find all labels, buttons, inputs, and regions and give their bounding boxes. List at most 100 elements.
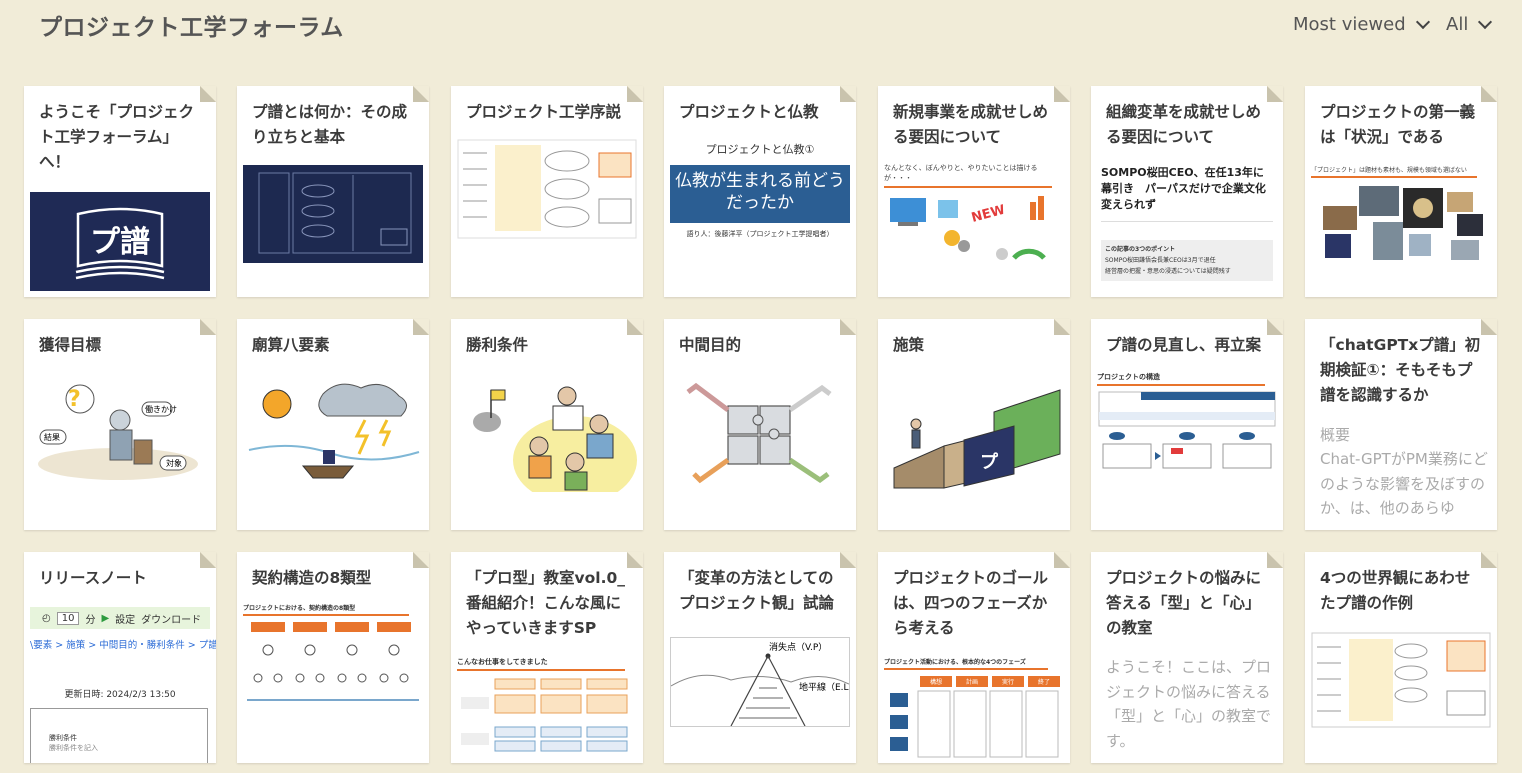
post-card[interactable]: 廟算八要素 bbox=[237, 319, 429, 530]
svg-text:対象: 対象 bbox=[166, 458, 182, 468]
post-title: プロジェクトの第一義は「状況」である bbox=[1320, 103, 1476, 146]
post-title: プ譜の見直し、再立案 bbox=[1106, 336, 1262, 354]
thumb-headline: SOMPO桜田CEO、在任13年に幕引き パーパスだけで企業文化変えられず bbox=[1101, 166, 1266, 211]
post-card[interactable]: プロジェクトの悩みに答える「型」と「心」の教室 ようこそ！ここは、プロジェクトの… bbox=[1091, 552, 1283, 763]
post-title: 勝利条件 bbox=[466, 336, 529, 354]
thumb-caption: プロジェクト活動における、根本的な4つのフェーズ bbox=[884, 659, 1026, 666]
post-title: 「プロ型」教室vol.0_番組紹介！こんな風にやっていきますSP bbox=[466, 569, 625, 637]
post-card[interactable]: 「chatGPTxプ譜」初期検証①：そもそもプ譜を認識するか 概要 Chat-G… bbox=[1305, 319, 1497, 530]
post-thumbnail: 消失点（V.P） 地平線（E.L） bbox=[670, 637, 850, 727]
download-label: ダウンロード bbox=[141, 614, 202, 626]
post-card[interactable]: プ譜とは何か：その成り立ちと基本 bbox=[237, 86, 429, 297]
post-card[interactable]: 中間目的 bbox=[664, 319, 856, 530]
post-card[interactable]: ようこそ「プロジェクト工学フォーラム」へ！ プ譜 bbox=[24, 86, 216, 297]
thumb-point: SOMPO桜田謙悟会長兼CEOは3月で退任 bbox=[1105, 257, 1216, 264]
phase-label: 構想 bbox=[920, 675, 953, 687]
filter-dropdown[interactable]: All bbox=[1446, 14, 1493, 35]
post-thumbnail: ◴ 10 分 ▶ 設定 ダウンロード \要素 > 施策 > 中間目的・勝利条件 … bbox=[30, 607, 216, 763]
post-thumbnail: プ譜 bbox=[30, 192, 210, 291]
clock-icon: ◴ bbox=[42, 612, 51, 624]
sort-dropdown[interactable]: Most viewed bbox=[1293, 14, 1430, 35]
post-card[interactable]: 施策 プ bbox=[878, 319, 1070, 530]
phase-label: 実行 bbox=[992, 675, 1025, 687]
post-thumbnail: ? 結果 働きかけ 対象 bbox=[30, 374, 210, 486]
thumb-box-title: 勝利条件 bbox=[49, 734, 77, 742]
post-excerpt: Chat-GPTがPM業務にどのような影響を及ぼすのか、は、他のあらゆ bbox=[1320, 450, 1488, 517]
post-title: プロジェクトと仏教 bbox=[679, 103, 819, 121]
post-thumbnail bbox=[243, 374, 423, 486]
thumb-point: 経営層の把握・意思の浸透については疑問残す bbox=[1105, 268, 1231, 275]
svg-text:NEW: NEW bbox=[970, 203, 1007, 226]
post-card[interactable]: 勝利条件 bbox=[451, 319, 643, 530]
thumb-caption: 「プロジェクト」は題材も素材も、規模も領域も選ばない bbox=[1311, 167, 1467, 174]
post-thumbnail: プロジェクトにおける、契約構造の8類型 bbox=[243, 603, 423, 705]
settings-label: 設定 bbox=[115, 614, 136, 626]
post-title: プ譜とは何か：その成り立ちと基本 bbox=[252, 103, 408, 146]
svg-text:働きかけ: 働きかけ bbox=[145, 404, 177, 414]
thumb-caption: なんとなく、ぼんやりと、やりたいことは描けるが・・・ bbox=[884, 164, 1038, 182]
post-title: プロジェクトの悩みに答える「型」と「心」の教室 bbox=[1106, 569, 1262, 637]
post-thumbnail: プロジェクト活動における、根本的な4つのフェーズ 構想 計画 実行 終了 bbox=[884, 657, 1064, 761]
post-thumbnail: プ bbox=[884, 376, 1064, 492]
post-thumbnail: SOMPO桜田CEO、在任13年に幕引き パーパスだけで企業文化変えられず この… bbox=[1097, 165, 1277, 295]
pfu-logo-icon: プ譜 bbox=[75, 207, 165, 280]
post-thumbnail bbox=[457, 376, 637, 492]
thumb-caption: プロジェクトにおける、契約構造の8類型 bbox=[243, 605, 356, 612]
play-icon: ▶ bbox=[101, 612, 110, 624]
svg-text:地平線（E.L）: 地平線（E.L） bbox=[799, 681, 849, 693]
post-card[interactable]: プロジェクトのゴールは、四つのフェーズから考える プロジェクト活動における、根本… bbox=[878, 552, 1070, 763]
chevron-down-icon bbox=[1415, 14, 1430, 29]
post-title: 施策 bbox=[893, 336, 925, 354]
post-card[interactable]: 新規事業を成就せしめる要因について なんとなく、ぼんやりと、やりたいことは描ける… bbox=[878, 86, 1070, 297]
post-title: 新規事業を成就せしめる要因について bbox=[893, 103, 1049, 146]
post-title: 契約構造の8類型 bbox=[252, 569, 372, 587]
timer-counter: 10 bbox=[56, 611, 80, 625]
post-card[interactable]: プロジェクトと仏教 プロジェクトと仏教① 仏教が生まれる前どうだったか 語り人：… bbox=[664, 86, 856, 297]
post-card[interactable]: 「プロ型」教室vol.0_番組紹介！こんな風にやっていきますSP こんなお仕事を… bbox=[451, 552, 643, 763]
svg-text:消失点（V.P）: 消失点（V.P） bbox=[769, 641, 827, 653]
post-title: 「変革の方法としてのプロジェクト観」試論 bbox=[679, 569, 835, 612]
post-card[interactable]: 獲得目標 ? 結果 働きかけ 対象 bbox=[24, 319, 216, 530]
header-bar: プロジェクト工学フォーラム Most viewed All bbox=[0, 0, 1522, 60]
post-card[interactable]: プロジェクト工学序説 bbox=[451, 86, 643, 297]
post-card[interactable]: リリースノート ◴ 10 分 ▶ 設定 ダウンロード \要素 > 施策 > 中間… bbox=[24, 552, 216, 763]
post-title: 中間目的 bbox=[679, 336, 742, 354]
post-card[interactable]: 契約構造の8類型 プロジェクトにおける、契約構造の8類型 bbox=[237, 552, 429, 763]
pfu-icon: プ bbox=[980, 451, 999, 473]
thumb-breadcrumb: \要素 > 施策 > 中間目的・勝利条件 > プ譜 bbox=[30, 640, 216, 651]
post-thumbnail: プロジェクトの構造 bbox=[1097, 372, 1277, 472]
chevron-down-icon bbox=[1478, 14, 1493, 29]
thumb-sub: 語り人：後藤洋平（プロジェクト工学提唱者） bbox=[686, 230, 834, 238]
logo-text: プ譜 bbox=[90, 225, 150, 260]
filter-label: All bbox=[1446, 14, 1469, 35]
thumb-box: 勝利条件 勝利条件を記入 bbox=[30, 708, 208, 763]
phase-label: 終了 bbox=[1028, 675, 1061, 687]
post-title: リリースノート bbox=[39, 569, 147, 587]
post-card[interactable]: 「変革の方法としてのプロジェクト観」試論 消失点（V.P） 地平線（E.L） bbox=[664, 552, 856, 763]
post-thumbnail: こんなお仕事をしてきました bbox=[457, 657, 637, 761]
post-card[interactable]: 4つの世界観にあわせたプ譜の作例 bbox=[1305, 552, 1497, 763]
post-thumbnail: 「プロジェクト」は題材も素材も、規模も領域も選ばない bbox=[1311, 165, 1491, 265]
sort-label: Most viewed bbox=[1293, 14, 1406, 35]
post-title: 組織変革を成就せしめる要因について bbox=[1106, 103, 1262, 146]
thumb-main: 仏教が生まれる前どうだったか bbox=[670, 165, 850, 223]
post-card[interactable]: プ譜の見直し、再立案 プロジェクトの構造 bbox=[1091, 319, 1283, 530]
post-thumbnail: プロジェクトと仏教① 仏教が生まれる前どうだったか 語り人：後藤洋平（プロジェク… bbox=[670, 139, 850, 239]
post-thumbnail bbox=[457, 139, 637, 239]
post-thumbnail: なんとなく、ぼんやりと、やりたいことは描けるが・・・ NEW bbox=[884, 163, 1064, 263]
post-title: 獲得目標 bbox=[39, 336, 102, 354]
thumb-heading: プロジェクトと仏教① bbox=[705, 143, 815, 156]
forum-title: プロジェクト工学フォーラム bbox=[39, 15, 344, 41]
post-thumbnail bbox=[1311, 629, 1491, 729]
thumb-caption: こんなお仕事をしてきました bbox=[457, 658, 548, 666]
thumb-caption: プロジェクトの構造 bbox=[1097, 373, 1160, 381]
thumb-updated: 更新日時: 2024/2/3 13:50 bbox=[64, 690, 176, 700]
post-thumbnail bbox=[243, 165, 423, 263]
post-card[interactable]: プロジェクトの第一義は「状況」である 「プロジェクト」は題材も素材も、規模も領域… bbox=[1305, 86, 1497, 297]
post-excerpt: ようこそ！ここは、プロジェクトの悩みに答える「型」と「心」の教室です。 bbox=[1106, 658, 1272, 750]
svg-text:結果: 結果 bbox=[44, 432, 60, 442]
thumb-points-box: この記事の3つのポイント SOMPO桜田謙悟会長兼CEOは3月で退任 経営層の把… bbox=[1101, 240, 1273, 281]
post-title: プロジェクトのゴールは、四つのフェーズから考える bbox=[893, 569, 1049, 637]
phase-label: 計画 bbox=[956, 675, 989, 687]
post-card[interactable]: 組織変革を成就せしめる要因について SOMPO桜田CEO、在任13年に幕引き パ… bbox=[1091, 86, 1283, 297]
